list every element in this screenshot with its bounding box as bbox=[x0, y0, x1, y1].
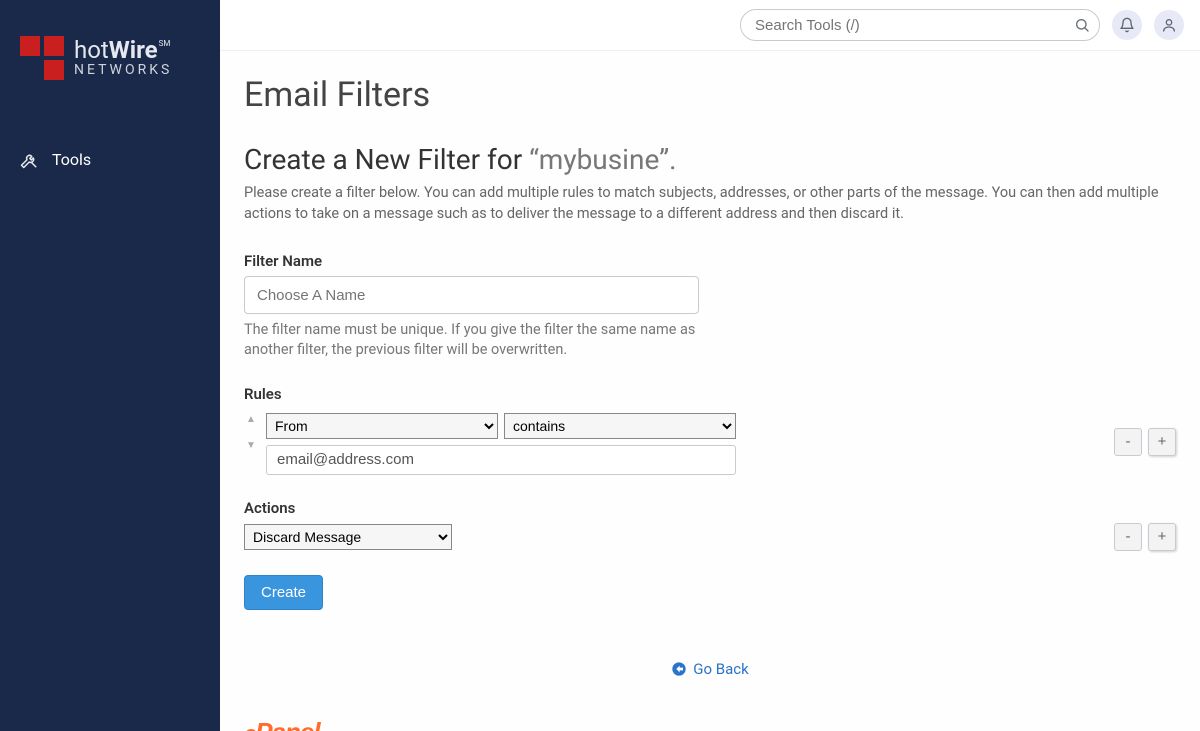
brand-logo: hotWireSM NETWORKS bbox=[0, 0, 220, 104]
create-button[interactable]: Create bbox=[244, 575, 323, 610]
rules-block: Rules ▲ ▼ From bbox=[244, 385, 1176, 475]
rule-operator-select[interactable]: contains bbox=[504, 413, 736, 439]
filter-name-block: Filter Name The filter name must be uniq… bbox=[244, 252, 1176, 361]
topbar bbox=[220, 0, 1200, 51]
rules-label: Rules bbox=[244, 385, 1176, 403]
rule-value-input[interactable] bbox=[266, 445, 736, 475]
filter-name-hint: The filter name must be unique. If you g… bbox=[244, 320, 699, 361]
sidebar-item-tools[interactable]: Tools bbox=[0, 140, 220, 179]
go-back-link[interactable]: Go Back bbox=[671, 660, 748, 678]
filter-name-input[interactable] bbox=[244, 276, 699, 314]
subhead: Create a New Filter for “mybusine”. bbox=[244, 143, 1176, 176]
filter-name-label: Filter Name bbox=[244, 252, 1176, 270]
go-back-label: Go Back bbox=[693, 660, 748, 678]
page-title: Email Filters bbox=[244, 75, 1176, 115]
content: Email Filters Create a New Filter for “m… bbox=[220, 51, 1200, 731]
brand-logo-mark bbox=[20, 36, 64, 80]
subhead-account: “mybusine”. bbox=[529, 143, 676, 176]
sort-down-icon[interactable]: ▼ bbox=[246, 441, 256, 451]
rule-row-buttons: - + bbox=[1114, 428, 1176, 456]
action-row-buttons: - + bbox=[1114, 523, 1176, 551]
rule-remove-button[interactable]: - bbox=[1114, 428, 1142, 456]
subhead-prefix: Create a New Filter for bbox=[244, 143, 529, 176]
bell-icon bbox=[1119, 17, 1135, 33]
rule-field-select[interactable]: From bbox=[266, 413, 498, 439]
sidebar-item-label: Tools bbox=[52, 150, 91, 169]
brand-sm: SM bbox=[159, 39, 171, 48]
user-icon bbox=[1161, 17, 1177, 33]
search-icon[interactable] bbox=[1074, 17, 1090, 33]
actions-block: Actions Discard Message - + bbox=[244, 499, 1176, 551]
action-type-select[interactable]: Discard Message bbox=[244, 524, 452, 550]
page-description: Please create a filter below. You can ad… bbox=[244, 182, 1176, 224]
search-input[interactable] bbox=[740, 9, 1100, 41]
sort-up-icon[interactable]: ▲ bbox=[246, 415, 256, 425]
sidebar: hotWireSM NETWORKS Tools bbox=[0, 0, 220, 731]
main: Email Filters Create a New Filter for “m… bbox=[220, 0, 1200, 731]
brand-sub: NETWORKS bbox=[74, 63, 172, 78]
arrow-left-circle-icon bbox=[671, 661, 687, 677]
action-remove-button[interactable]: - bbox=[1114, 523, 1142, 551]
footer: cPanel 104.0.4 Home Trademarks Privacy P… bbox=[220, 717, 1200, 731]
cpanel-logo: cPanel bbox=[244, 717, 320, 731]
notifications-button[interactable] bbox=[1112, 10, 1142, 40]
brand-word2: Wire bbox=[109, 36, 158, 64]
action-add-button[interactable]: + bbox=[1148, 523, 1176, 551]
account-button[interactable] bbox=[1154, 10, 1184, 40]
brand-logo-text: hotWireSM NETWORKS bbox=[74, 38, 172, 78]
rule-add-button[interactable]: + bbox=[1148, 428, 1176, 456]
actions-label: Actions bbox=[244, 499, 1176, 517]
brand-word1: hot bbox=[74, 36, 109, 64]
go-back-wrap: Go Back bbox=[244, 660, 1176, 681]
search-wrapper bbox=[740, 9, 1100, 41]
rule-sort-handles: ▲ ▼ bbox=[244, 415, 258, 451]
tools-icon bbox=[20, 151, 38, 169]
sidebar-nav: Tools bbox=[0, 104, 220, 179]
